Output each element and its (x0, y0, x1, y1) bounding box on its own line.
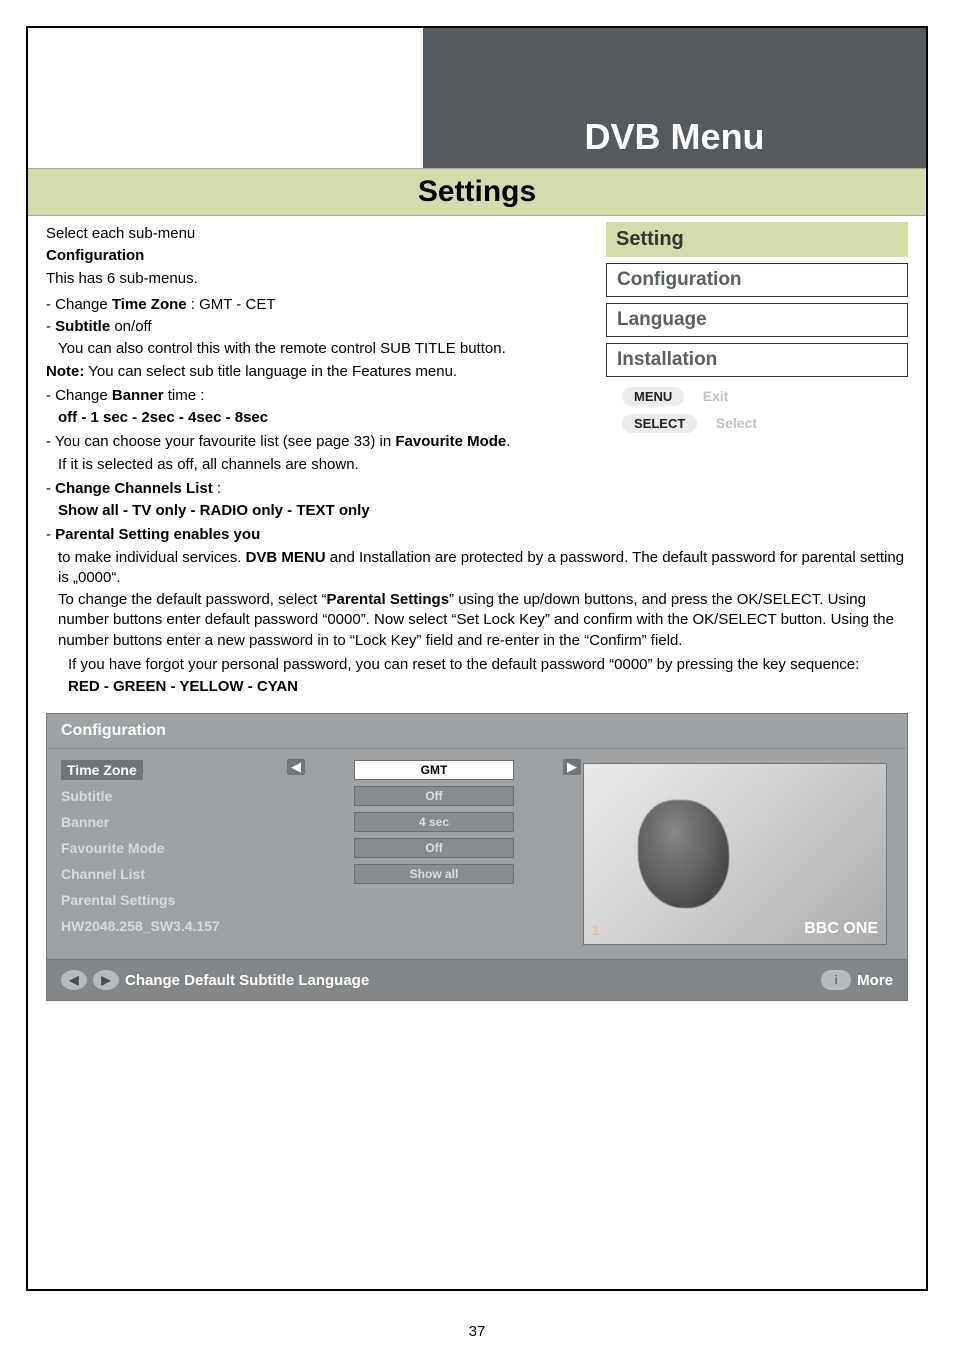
osd-label-subtitle[interactable]: Subtitle (61, 788, 112, 804)
text-pse-bold: Parental Setting enables you (55, 526, 260, 543)
osd-values-column: ◀ GMT ▶ Off 4 sec Off Show all (309, 757, 559, 951)
text-sub-bold: Subtitle (55, 318, 110, 335)
osd-preview-channel: BBC ONE (804, 920, 878, 938)
osd-label-favourite-mode[interactable]: Favourite Mode (61, 840, 164, 856)
text-fav-bold: Favourite Mode (395, 433, 506, 450)
text-banner-bold: Banner (112, 387, 164, 404)
top-header-left-blank (28, 28, 423, 168)
text-ccl-line: - Change Channels List : (46, 479, 908, 499)
menu-button-pill[interactable]: MENU (622, 387, 684, 406)
osd-value-favourite-mode[interactable]: Off (354, 838, 514, 858)
osd-label-version: HW2048.258_SW3.4.157 (61, 918, 220, 934)
dvb-menu-title: DVB Menu (585, 116, 765, 158)
osd-footer: ◀ ▶ Change Default Subtitle Language i M… (47, 959, 907, 1000)
text-pse-forgot: If you have forgot your personal passwor… (68, 655, 908, 675)
osd-footer-right-text: More (857, 972, 893, 989)
select-button-label: Select (716, 415, 757, 431)
osd-label-timezone[interactable]: Time Zone (61, 760, 143, 780)
text-fav-post: . (506, 433, 510, 450)
text-select-sub: Select each sub-menu (46, 224, 546, 244)
text-subtitle-line: - Subtitle on/off (46, 317, 546, 337)
nav-left-icon[interactable]: ◀ (61, 970, 87, 990)
osd-preview-image: 1 BBC ONE (583, 763, 887, 945)
osd-configuration-panel: Configuration Time Zone Subtitle Banner … (46, 713, 908, 1001)
text-pse-2b: Parental Settings (327, 591, 450, 608)
text-tz-pre: - Change (46, 296, 112, 313)
info-icon[interactable]: i (821, 970, 851, 990)
text-colors: RED - GREEN - YELLOW - CYAN (68, 677, 908, 697)
text-note-line: Note: You can select sub title language … (46, 362, 546, 382)
text-subtitle-note: You can also control this with the remot… (58, 339, 546, 359)
text-tz-bold: Time Zone (112, 296, 187, 313)
setting-panel-title: Setting (606, 222, 908, 257)
text-ccl-bold: Change Channels List (55, 480, 213, 497)
text-note-pre: Note: (46, 363, 84, 380)
text-note-body: You can select sub title language in the… (84, 363, 457, 380)
text-timezone-line: - Change Time Zone : GMT - CET (46, 295, 546, 315)
text-banner-opts: off - 1 sec - 2sec - 4sec - 8sec (58, 408, 546, 428)
setting-item-language[interactable]: Language (606, 303, 908, 337)
text-banner-pre: - Change (46, 387, 112, 404)
osd-label-banner[interactable]: Banner (61, 814, 109, 830)
osd-value-timezone[interactable]: GMT (354, 760, 514, 780)
text-fav-line: - You can choose your favourite list (se… (46, 432, 546, 452)
setting-item-configuration[interactable]: Configuration (606, 263, 908, 297)
osd-title: Configuration (47, 714, 907, 749)
osd-preview-number: 1 (592, 922, 600, 938)
text-banner-line: - Change Banner time : (46, 386, 546, 406)
text-sub-post: on/off (110, 318, 151, 335)
text-config-sub: This has 6 sub-menus. (46, 269, 546, 289)
text-ccl-pre: - (46, 480, 55, 497)
text-ccl-opts: Show all - TV only - RADIO only - TEXT o… (58, 501, 908, 521)
osd-value-banner[interactable]: 4 sec (354, 812, 514, 832)
text-fav-pre: - You can choose your favourite list (se… (46, 433, 395, 450)
select-button-pill[interactable]: SELECT (622, 414, 697, 433)
text-pse-2a: To change the default password, select “ (58, 591, 327, 608)
osd-preview-area: 1 BBC ONE (577, 757, 893, 951)
nav-right-icon[interactable]: ▶ (93, 970, 119, 990)
osd-label-channel-list[interactable]: Channel List (61, 866, 145, 882)
text-pse-body1: to make individual services. DVB MENU an… (58, 548, 908, 589)
text-banner-post: time : (164, 387, 205, 404)
osd-labels-column: Time Zone Subtitle Banner Favourite Mode… (61, 757, 291, 951)
menu-button-label: Exit (703, 388, 729, 404)
body-text-upper: Select each sub-menu Configuration This … (46, 224, 546, 453)
text-fav-off: If it is selected as off, all channels a… (58, 455, 908, 475)
text-sub-pre: - (46, 318, 55, 335)
text-ccl-post: : (213, 480, 221, 497)
body-text-lower: If it is selected as off, all channels a… (46, 455, 908, 698)
text-tz-post: : GMT - CET (187, 296, 276, 313)
text-config-hdr: Configuration (46, 246, 546, 266)
setting-panel: Setting Configuration Language Installat… (606, 222, 908, 441)
text-pse-pre: - (46, 526, 55, 543)
osd-value-channel-list[interactable]: Show all (354, 864, 514, 884)
osd-label-parental-settings[interactable]: Parental Settings (61, 892, 175, 908)
osd-footer-left-text: Change Default Subtitle Language (125, 972, 369, 989)
text-pse-body2: To change the default password, select “… (58, 590, 908, 651)
text-pse-1a: to make individual services. (58, 549, 246, 566)
arrow-left-icon[interactable]: ◀ (287, 759, 305, 775)
osd-value-subtitle[interactable]: Off (354, 786, 514, 806)
text-pse-hdr: - Parental Setting enables you (46, 525, 908, 545)
top-header: DVB Menu (28, 28, 926, 168)
text-pse-1b: DVB MENU (246, 549, 326, 566)
setting-item-installation[interactable]: Installation (606, 343, 908, 377)
top-header-right: DVB Menu (423, 28, 926, 168)
settings-bar: Settings (28, 168, 926, 216)
page-number: 37 (0, 1323, 954, 1340)
